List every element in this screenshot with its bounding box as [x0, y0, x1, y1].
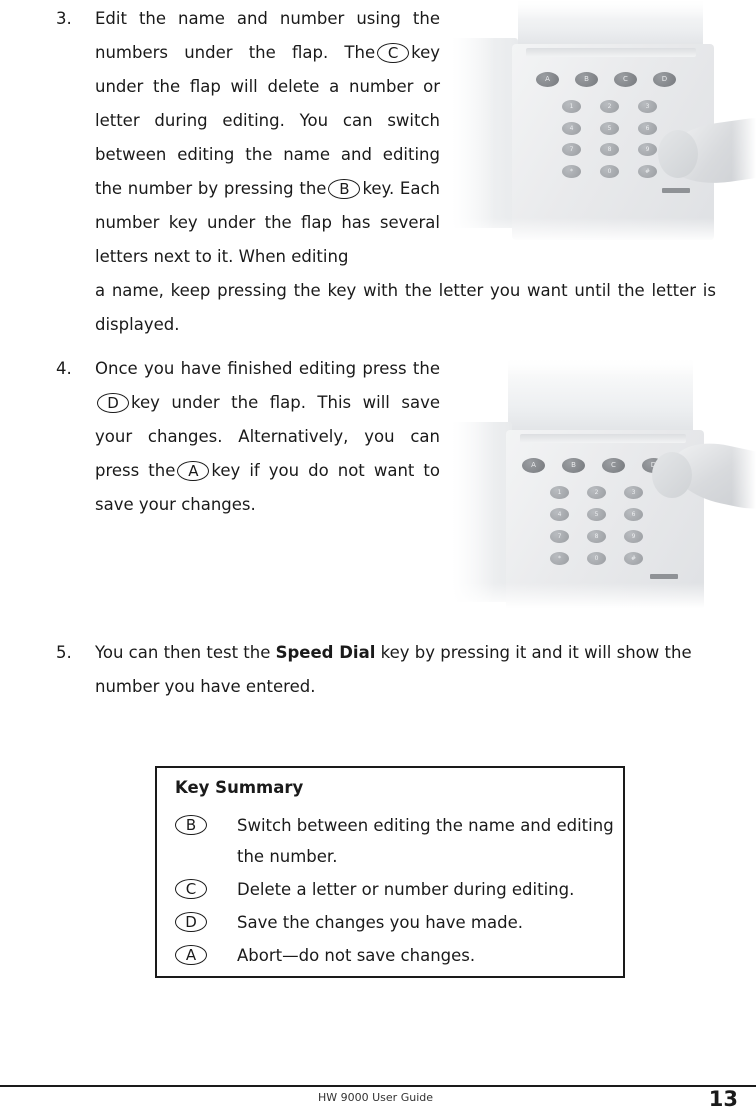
step-3-text-narrow: Edit the name and number using the numbe…	[95, 2, 440, 274]
keycap-letter: B	[185, 816, 197, 834]
speed-dial-emphasis: Speed Dial	[275, 643, 376, 662]
key-summary-row: A Abort—do not save changes.	[173, 940, 615, 971]
keycap-a-icon: A	[175, 945, 207, 965]
keycap-a-icon: A	[177, 461, 210, 481]
keycap-letter: C	[185, 880, 197, 898]
step-5-number: 5.	[56, 643, 72, 662]
keycap-letter: D	[185, 913, 197, 931]
key-summary-description: Save the changes you have made.	[237, 913, 523, 932]
key-summary-key-cell: D	[173, 907, 237, 932]
keycap-letter: B	[339, 180, 350, 198]
phone-key-3: 3	[624, 486, 643, 499]
key-summary-description: Switch between editing the name and edit…	[237, 816, 614, 866]
phone-key-0: 0	[587, 552, 606, 565]
phone-key-1: 1	[550, 486, 569, 499]
key-summary-row: D Save the changes you have made.	[173, 907, 615, 938]
phone-key-2: 2	[587, 486, 606, 499]
keycap-c-icon: C	[175, 879, 207, 899]
phone-hinge	[520, 434, 686, 443]
phone-key-4: 4	[550, 508, 569, 521]
step-3-text-part-2: key under the flap will delete a number …	[95, 43, 440, 198]
manual-page: A B C D 1 2 3 4 5 6 7 8 9 * 0 # A B C 1 …	[0, 0, 756, 1111]
phone-key-9: 9	[624, 530, 643, 543]
phone-key-5: 5	[587, 508, 606, 521]
key-summary-description: Abort—do not save changes.	[237, 946, 476, 965]
keycap-b-icon: B	[175, 815, 207, 835]
step-4-text: Once you have finished editing press the…	[95, 352, 440, 522]
keycap-letter: D	[107, 394, 119, 412]
phone-key-7: 7	[550, 530, 569, 543]
phone-key-hash: #	[624, 552, 643, 565]
step-4: 4. Once you have finished editing press …	[56, 352, 456, 522]
key-summary-title: Key Summary	[175, 778, 304, 797]
key-summary-row: B Switch between editing the name and ed…	[173, 810, 615, 872]
step-5-text: You can then test the Speed Dial key by …	[95, 636, 716, 704]
keycap-d-icon: D	[175, 912, 207, 932]
footer-guide-title: HW 9000 User Guide	[318, 1091, 434, 1104]
step-3-text-wide: a name, keep pressing the key with the l…	[95, 281, 716, 334]
keycap-d-icon: D	[97, 393, 129, 413]
keycap-letter: C	[387, 44, 399, 62]
phone-key-6: 6	[624, 508, 643, 521]
step-5: 5. You can then test the Speed Dial key …	[56, 636, 716, 704]
phone-key-8: 8	[587, 530, 606, 543]
key-summary-row: C Delete a letter or number during editi…	[173, 874, 615, 905]
key-summary-description: Delete a letter or number during editing…	[237, 880, 575, 899]
phone-illustration: A B C D 1 2 3 4 5 6 7 8 9 * 0 #	[452, 356, 756, 608]
phone-key-c: C	[602, 458, 625, 473]
phone-keypad-save-photo: A B C D 1 2 3 4 5 6 7 8 9 * 0 #	[452, 356, 756, 608]
footer-page-number: 13	[708, 1087, 738, 1111]
step-3-number: 3.	[56, 9, 72, 28]
step-3: 3. Edit the name and number using the nu…	[56, 2, 716, 342]
footer-divider	[0, 1085, 756, 1087]
phone-key-star: *	[550, 552, 569, 565]
key-summary-rows: B Switch between editing the name and ed…	[173, 810, 615, 973]
phone-key-a: A	[522, 458, 545, 473]
key-summary-key-cell: B	[173, 810, 237, 835]
step-4-number: 4.	[56, 359, 72, 378]
step-4-text-part-1: Once you have finished editing press the	[95, 359, 440, 378]
key-summary-box: Key Summary B Switch between editing the…	[155, 766, 625, 978]
phone-speaker-slot	[650, 574, 678, 579]
key-summary-key-cell: C	[173, 874, 237, 899]
phone-flap	[508, 360, 693, 432]
keycap-c-icon: C	[377, 43, 410, 63]
finger-tip	[652, 452, 692, 498]
keycap-b-icon: B	[328, 179, 361, 199]
phone-left-body	[452, 422, 512, 602]
key-summary-key-cell: A	[173, 940, 237, 965]
phone-key-b: B	[562, 458, 585, 473]
keycap-letter: A	[188, 462, 199, 480]
step-5-text-before: You can then test the	[95, 643, 276, 662]
keycap-letter: A	[185, 946, 197, 964]
